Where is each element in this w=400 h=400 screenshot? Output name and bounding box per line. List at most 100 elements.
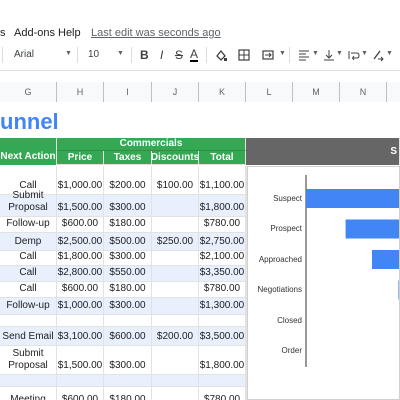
chevron-down-icon[interactable]: ▼ <box>336 50 343 57</box>
strikethrough-button[interactable]: S <box>175 49 183 61</box>
cell-taxes[interactable]: $180.00 <box>104 387 152 400</box>
cell-discounts[interactable] <box>152 251 199 266</box>
cell-taxes[interactable]: $300.00 <box>104 251 152 266</box>
cell-discounts[interactable] <box>152 195 199 217</box>
cell-total[interactable]: $3,350.00 <box>199 266 246 282</box>
cell-next-action[interactable]: Submit Proposal <box>0 346 57 375</box>
cell-taxes[interactable]: $180.00 <box>104 217 152 233</box>
cell-total[interactable]: $780.00 <box>199 282 246 298</box>
column-header-j[interactable]: J <box>152 82 199 102</box>
cell-taxes[interactable]: $300.00 <box>104 298 152 315</box>
cell-taxes[interactable] <box>104 315 152 327</box>
cell-total[interactable]: $1,300.00 <box>199 298 246 315</box>
cell-discounts[interactable] <box>152 315 199 327</box>
bold-button[interactable]: B <box>140 49 149 61</box>
italic-button[interactable]: I <box>160 49 163 61</box>
cell-total[interactable]: $3,500.00 <box>199 327 246 346</box>
chevron-down-icon[interactable]: ▼ <box>65 50 72 57</box>
funnel-bar-prospect[interactable] <box>345 219 399 239</box>
last-edit-link[interactable]: Last edit was seconds ago <box>91 27 221 39</box>
cell-total[interactable]: $1,800.00 <box>199 195 246 217</box>
cell-discounts[interactable] <box>152 217 199 233</box>
vertical-align-icon[interactable] <box>322 48 336 62</box>
cell-total[interactable]: $2,750.00 <box>199 233 246 251</box>
cell-taxes[interactable]: $300.00 <box>104 195 152 217</box>
align-left-icon[interactable] <box>297 48 311 62</box>
column-header-l[interactable]: L <box>246 82 293 102</box>
text-rotation-icon[interactable] <box>371 48 385 62</box>
cell-total[interactable] <box>199 375 246 387</box>
column-header-g[interactable]: G <box>0 82 57 102</box>
cell-next-action[interactable]: Submit Proposal <box>0 190 57 217</box>
merge-cells-icon[interactable] <box>262 48 278 62</box>
cell-taxes[interactable]: $200.00 <box>104 166 152 195</box>
text-color-button[interactable]: A <box>190 48 199 62</box>
menu-item-help[interactable]: Help <box>58 27 81 39</box>
cell-price[interactable]: $1,000.00 <box>57 298 104 315</box>
cell-taxes[interactable]: $300.00 <box>104 346 152 375</box>
cell-price[interactable]: $1,500.00 <box>57 346 104 375</box>
cell-next-action[interactable]: Call <box>0 282 57 298</box>
cell-next-action[interactable]: Call <box>0 266 57 282</box>
cell-discounts[interactable] <box>152 266 199 282</box>
cell-price[interactable]: $600.00 <box>57 387 104 400</box>
funnel-bar-suspect[interactable] <box>306 189 399 208</box>
cell-total[interactable]: $780.00 <box>199 217 246 233</box>
cell-total[interactable]: $1,800.00 <box>199 346 246 375</box>
cell-discounts[interactable]: $200.00 <box>152 327 199 346</box>
funnel-chart[interactable]: Suspect Prospect Approached Negotiations Clo… <box>247 166 400 400</box>
chevron-down-icon[interactable]: ▼ <box>386 50 393 57</box>
cell-total[interactable]: $1,100.00 <box>199 166 246 195</box>
cell-price[interactable] <box>57 315 104 327</box>
chevron-down-icon[interactable]: ▼ <box>117 50 124 57</box>
cell-next-action[interactable]: Demp <box>0 233 57 251</box>
cell-price[interactable]: $2,800.00 <box>57 266 104 282</box>
cell-next-action[interactable]: Follow-up <box>0 217 57 233</box>
cell-price[interactable]: $600.00 <box>57 217 104 233</box>
column-header-n[interactable]: N <box>340 82 387 102</box>
cell-taxes[interactable]: $500.00 <box>104 233 152 251</box>
cell-next-action[interactable]: Send Email <box>0 327 57 346</box>
cell-discounts[interactable] <box>152 375 199 387</box>
fill-color-icon[interactable] <box>214 48 228 62</box>
cell-total[interactable] <box>199 315 246 327</box>
cell-price[interactable]: $3,100.00 <box>57 327 104 346</box>
text-wrap-icon[interactable] <box>347 48 361 62</box>
cell-price[interactable] <box>57 375 104 387</box>
borders-icon[interactable] <box>237 48 251 62</box>
cell-discounts[interactable]: $250.00 <box>152 233 199 251</box>
funnel-bar-negotiations[interactable] <box>398 280 399 300</box>
menu-item-add-ons[interactable]: Add-ons <box>14 27 55 39</box>
cell-discounts[interactable] <box>152 387 199 400</box>
cell-discounts[interactable]: $100.00 <box>152 166 199 195</box>
cell-taxes[interactable]: $550.00 <box>104 266 152 282</box>
cell-price[interactable]: $1,500.00 <box>57 195 104 217</box>
column-header-h[interactable]: H <box>57 82 104 102</box>
cell-next-action[interactable]: Meeting <box>0 387 57 400</box>
cell-taxes[interactable] <box>104 375 152 387</box>
cell-total[interactable]: $2,100.00 <box>199 251 246 266</box>
cell-next-action[interactable] <box>0 375 57 387</box>
chevron-down-icon[interactable]: ▼ <box>361 50 368 57</box>
column-header-o[interactable] <box>387 82 400 102</box>
cell-next-action[interactable] <box>0 315 57 327</box>
column-header-i[interactable]: I <box>104 82 152 102</box>
cell-next-action[interactable]: Follow-up <box>0 298 57 315</box>
cell-price[interactable]: $1,000.00 <box>57 166 104 195</box>
cell-total[interactable]: $780.00 <box>199 387 246 400</box>
chevron-down-icon[interactable]: ▼ <box>279 50 286 57</box>
cell-price[interactable]: $2,500.00 <box>57 233 104 251</box>
cell-discounts[interactable] <box>152 346 199 375</box>
font-family-select[interactable]: Arial <box>14 49 34 61</box>
column-header-m[interactable]: M <box>293 82 340 102</box>
cell-discounts[interactable] <box>152 298 199 315</box>
cell-taxes[interactable]: $180.00 <box>104 282 152 298</box>
cell-next-action[interactable]: Call <box>0 251 57 266</box>
cell-discounts[interactable] <box>152 282 199 298</box>
cell-price[interactable]: $600.00 <box>57 282 104 298</box>
menu-item-truncated[interactable]: s <box>0 27 6 39</box>
cell-taxes[interactable]: $600.00 <box>104 327 152 346</box>
cell-price[interactable]: $1,800.00 <box>57 251 104 266</box>
font-size-select[interactable]: 10 <box>88 49 99 61</box>
column-header-k[interactable]: K <box>199 82 246 102</box>
